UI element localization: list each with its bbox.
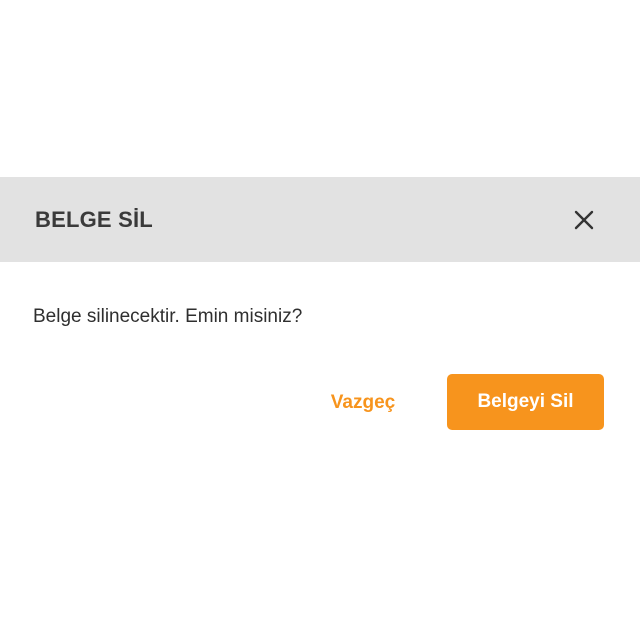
delete-document-dialog: BELGE SİL Belge silinecektir. Emin misin…	[0, 177, 640, 465]
dialog-title: BELGE SİL	[35, 207, 153, 232]
screen: BELGE SİL Belge silinecektir. Emin misin…	[0, 0, 640, 640]
cancel-button[interactable]: Vazgeç	[318, 385, 408, 421]
dialog-header: BELGE SİL	[0, 177, 640, 262]
close-button[interactable]	[568, 204, 600, 236]
delete-document-button[interactable]: Belgeyi Sil	[447, 374, 604, 430]
close-icon	[574, 210, 594, 230]
dialog-message: Belge silinecektir. Emin misiniz?	[33, 306, 303, 327]
